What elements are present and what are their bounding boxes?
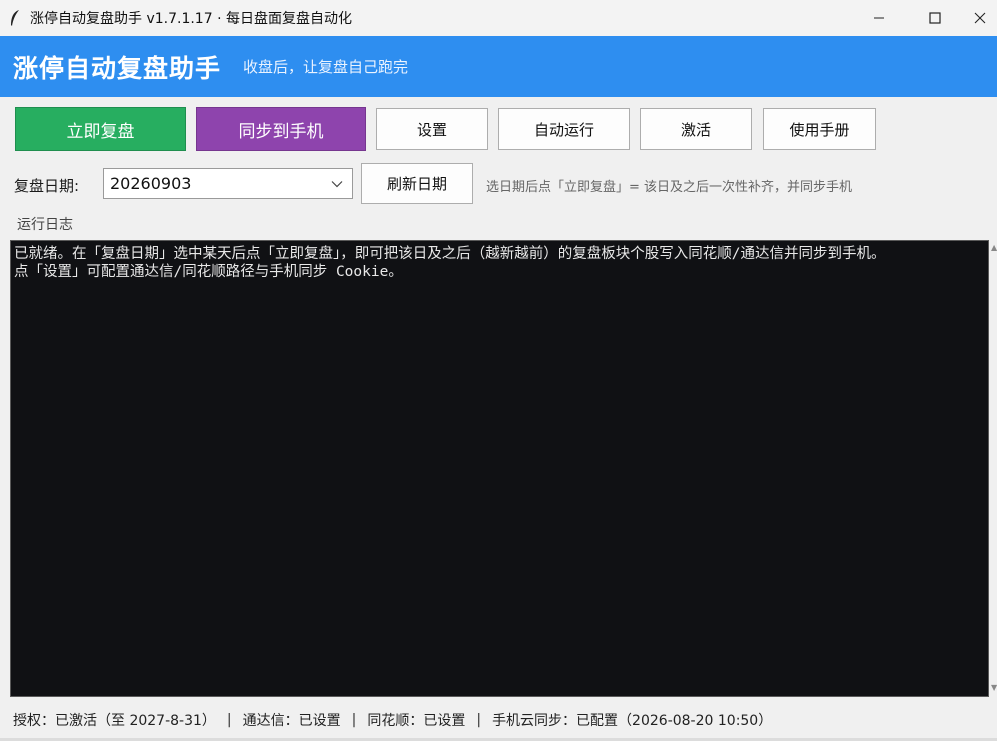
run-log[interactable]: 已就绪。在「复盘日期」选中某天后点「立即复盘」，即可把该日及之后（越新越前）的复… bbox=[10, 240, 989, 697]
close-button[interactable] bbox=[962, 0, 997, 36]
log-section-label: 运行日志 bbox=[17, 217, 73, 233]
maximize-button[interactable] bbox=[912, 0, 958, 36]
minimize-button[interactable] bbox=[856, 0, 902, 36]
review-date-select[interactable]: 20260903 bbox=[103, 168, 353, 199]
date-hint: 选日期后点「立即复盘」= 该日及之后一次性补齐，并同步手机 bbox=[486, 180, 853, 195]
chevron-down-icon[interactable] bbox=[330, 177, 344, 191]
title-bar: 涨停自动复盘助手 v1.7.1.17 · 每日盘面复盘自动化 bbox=[0, 0, 997, 36]
license-status: 授权：已激活（至 2027-8-31） bbox=[13, 713, 216, 729]
user-manual-button[interactable]: 使用手册 bbox=[763, 108, 876, 150]
status-separator: | bbox=[351, 712, 357, 728]
ths-status: 同花顺：已设置 bbox=[367, 713, 466, 729]
review-now-button[interactable]: 立即复盘 bbox=[15, 107, 186, 151]
scroll-down-icon[interactable]: ▼ bbox=[991, 684, 997, 692]
log-line: 已就绪。在「复盘日期」选中某天后点「立即复盘」，即可把该日及之后（越新越前）的复… bbox=[14, 246, 886, 262]
header-banner: 涨停自动复盘助手 收盘后，让复盘自己跑完 bbox=[0, 36, 997, 97]
status-bar: 授权：已激活（至 2027-8-31） | 通达信：已设置 | 同花顺：已设置 … bbox=[0, 705, 997, 735]
activate-button[interactable]: 激活 bbox=[640, 108, 752, 150]
log-line: 点「设置」可配置通达信/同花顺路径与手机同步 Cookie。 bbox=[14, 264, 403, 280]
cloud-sync-status: 手机云同步：已配置（2026-08-20 10:50） bbox=[492, 713, 773, 729]
review-date-value: 20260903 bbox=[110, 174, 192, 193]
status-separator: | bbox=[226, 712, 232, 728]
settings-button[interactable]: 设置 bbox=[376, 108, 488, 150]
app-subtitle: 收盘后，让复盘自己跑完 bbox=[243, 58, 409, 76]
app-title: 涨停自动复盘助手 bbox=[13, 53, 222, 83]
scroll-up-icon[interactable]: ▲ bbox=[991, 244, 997, 252]
status-separator: | bbox=[476, 712, 482, 728]
auto-run-button[interactable]: 自动运行 bbox=[498, 108, 630, 150]
review-date-label: 复盘日期: bbox=[14, 177, 80, 195]
tdx-status: 通达信：已设置 bbox=[242, 713, 341, 729]
feather-icon bbox=[0, 0, 30, 36]
window-title: 涨停自动复盘助手 v1.7.1.17 · 每日盘面复盘自动化 bbox=[30, 11, 352, 27]
sync-to-phone-button[interactable]: 同步到手机 bbox=[196, 107, 366, 151]
refresh-date-button[interactable]: 刷新日期 bbox=[361, 163, 473, 204]
